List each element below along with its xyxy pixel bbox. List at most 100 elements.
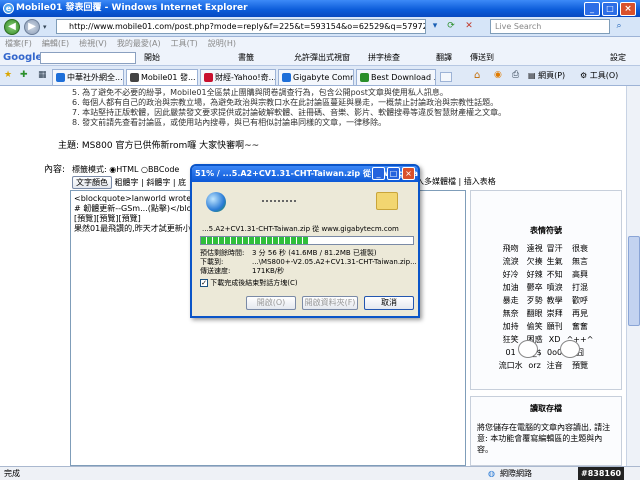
live-search-input[interactable]: Live Search [490,19,610,34]
minimize-button[interactable]: _ [584,2,600,16]
emoticon-item[interactable]: 不知 [545,268,565,281]
vertical-scrollbar[interactable] [626,86,640,466]
stop-icon[interactable]: ✕ [462,19,476,34]
favorites-star-icon[interactable]: ★ [4,70,12,80]
maximize-button[interactable]: □ [602,2,618,16]
forward-button[interactable]: ▶ [24,19,40,35]
page-menu[interactable]: ▤ 網頁(P) [528,70,565,81]
media-toolbar[interactable]: 入多媒體檔 | 插入表格 [416,176,496,187]
refresh-icon[interactable]: ⟳ [444,19,458,34]
emoticon-item[interactable]: 奮奮 [565,320,596,333]
emoticon-item[interactable]: 偷笑 [525,320,545,333]
home-icon[interactable]: ⌂ [474,70,480,81]
emoticon-item[interactable]: 冒汗 [545,242,565,255]
emoticon-item[interactable]: 翻眼 [525,307,545,320]
italic-button[interactable]: 斜體字 [146,178,170,187]
menu-favorites[interactable]: 我的最愛(A) [117,39,161,48]
feeds-icon[interactable]: ◉ [494,70,502,80]
emoticon-item[interactable]: 好冷 [497,268,525,281]
send-to-button[interactable]: 傳送到 [470,50,494,65]
menu-edit[interactable]: 編輯(E) [42,39,69,48]
emoticon-item[interactable]: 歡呼 [565,294,596,307]
emoticon-item[interactable]: 流口水 [497,359,525,372]
translate-button[interactable]: 翻譯 [436,50,452,65]
emoticon-item[interactable]: 加持 [497,320,525,333]
emoticon-item[interactable]: 很衰 [565,242,596,255]
dialog-close-button[interactable]: × [402,167,415,180]
popup-blocker-button[interactable]: 允許彈出式視窗 [294,50,350,65]
emoticon-item[interactable]: 暴走 [497,294,525,307]
bookmarks-button[interactable]: 書籤 [238,50,254,65]
emoticon-item[interactable]: 生氣 [545,255,565,268]
quick-tabs-icon[interactable]: ▦ [38,70,47,80]
add-favorite-icon[interactable]: ✚ [20,70,28,80]
emoticon-item[interactable]: 無言 [565,255,596,268]
tab-strip: ★ ✚ ▦ 中華社外網全... Mobile01 發... 財經-Yahoo!奇… [0,66,640,86]
page-icon: ▤ [528,71,536,80]
emoticon-item[interactable]: 崇拜 [545,307,565,320]
gear-icon: ⚙ [580,71,588,80]
emoticon-item[interactable]: 流淚 [497,255,525,268]
dialog-info: 預估剩餘時間: 3 分 56 秒 (41.6MB / 81.2MB 已複製) 下載… [200,249,417,276]
close-when-done-label: 下載完成後結束對話方塊(C) [210,279,298,287]
emoticon-item[interactable]: 無奈 [497,307,525,320]
emoticon-item[interactable]: 好辣 [525,268,545,281]
emoticon-item[interactable]: 高興 [565,268,596,281]
text-color-select[interactable]: 文字顏色 [72,176,112,189]
open-folder-button[interactable]: 開啟資料夾(F) [302,296,358,310]
close-when-done-checkbox[interactable]: ✓ [200,279,208,287]
dialog-maximize-button[interactable]: □ [387,167,400,180]
tools-menu[interactable]: ⚙ 工具(O) [580,70,618,81]
menu-view[interactable]: 檢視(V) [79,39,107,48]
tab-3[interactable]: 財經-Yahoo!奇... [200,69,276,85]
close-button[interactable]: × [620,2,636,16]
tab-1[interactable]: 中華社外網全... [52,69,124,85]
settings-button[interactable]: 設定 [610,50,626,65]
emoticon-item[interactable]: 歹勢 [525,294,545,307]
back-button[interactable]: ◀ [4,19,20,35]
emoticon-item[interactable]: 再見 [565,307,596,320]
emoticon-item[interactable]: 注音 [545,359,565,372]
menu-help[interactable]: 說明(H) [208,39,236,48]
subject-input[interactable]: MS800 官方已供佈新rom囉 大家快審啊~~ [82,141,259,151]
dropdown-icon[interactable]: ▾ [428,19,442,34]
open-button[interactable]: 開啟(O) [246,296,296,310]
emoticon-face-icon [560,340,580,358]
rate-label: 傳送速度: [200,267,231,275]
emoticon-item[interactable]: 教學 [545,294,565,307]
address-input[interactable]: http://www.mobile01.com/post.php?mode=re… [56,19,426,34]
dialog-minimize-button[interactable]: _ [372,167,385,180]
underline-button[interactable]: 底 [178,178,186,187]
emoticon-item[interactable]: orz [525,359,545,372]
tab-5[interactable]: Best Download ... [356,69,436,85]
spell-check-button[interactable]: 拼字檢查 [368,50,400,65]
zone-text: 網際網路 [500,469,532,478]
rule-item: 6. 每個人都有自己的政治與宗教立場，為避免政治與宗教口水在此討論區蔓延與暴走，… [72,98,499,107]
menu-tools[interactable]: 工具(T) [171,39,198,48]
emoticon-item[interactable]: 鬱卒 [525,281,545,294]
search-icon[interactable]: ⌕ [612,19,626,34]
scrollbar-thumb[interactable] [628,236,640,326]
tab-favicon-icon [204,73,213,82]
emoticon-item[interactable]: 打混 [565,281,596,294]
cancel-button[interactable]: 取消 [364,296,414,310]
new-tab-button[interactable] [440,72,452,82]
internet-zone-icon: ◍ [488,469,495,478]
emoticon-item[interactable]: 加油 [497,281,525,294]
emoticon-item[interactable]: 欠揍 [525,255,545,268]
menu-file[interactable]: 檔案(F) [5,39,32,48]
emoticon-item[interactable]: 噴淚 [545,281,565,294]
dest-label: 下載到: [200,258,224,266]
emoticon-item[interactable]: 遠視 [525,242,545,255]
tab-2[interactable]: Mobile01 發... [126,69,198,85]
tab-4[interactable]: Gigabyte Comm... [278,69,354,85]
emoticon-item[interactable]: 願刊 [545,320,565,333]
emoticon-item[interactable]: 預覽 [565,359,596,372]
nav-dropdown-icon[interactable]: ▾ [43,23,47,31]
bbcode-radio[interactable]: ○ [141,165,148,174]
emoticon-item[interactable]: 飛吻 [497,242,525,255]
bold-button[interactable]: 粗體字 [115,178,139,187]
google-search-input[interactable] [40,52,136,64]
google-start-button[interactable]: 開始 [144,50,160,65]
print-icon[interactable]: ⎙ [512,70,519,80]
